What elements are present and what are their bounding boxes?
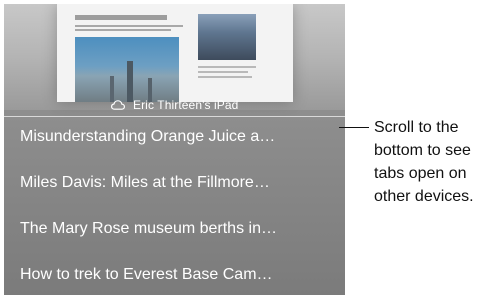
device-name: Eric Thirteen's iPad — [132, 98, 239, 112]
device-tab-item[interactable]: Miles Davis: Miles at the Fillmore… — [20, 171, 332, 195]
preview-text-line — [75, 29, 171, 31]
preview-side-text-line — [198, 71, 248, 73]
safari-tab-overview-panel: Eric Thirteen's iPad Misunderstanding Or… — [4, 4, 345, 295]
callout-line-2: bottom to see — [374, 142, 471, 159]
tab-preview-thumbnail[interactable] — [57, 4, 293, 102]
callout-line-4: other devices. — [374, 188, 474, 205]
device-tab-item[interactable]: How to trek to Everest Base Cam… — [20, 263, 332, 287]
callout-leader-line — [339, 127, 369, 128]
preview-title-line — [75, 15, 167, 20]
callout-annotation: Scroll to the bottom to see tabs open on… — [374, 116, 498, 208]
device-tabs-list: Misunderstanding Orange Juice a… Miles D… — [4, 117, 345, 295]
callout-line-1: Scroll to the — [374, 119, 459, 136]
icloud-device-label: Eric Thirteen's iPad — [4, 96, 345, 114]
preview-side-image — [198, 14, 256, 60]
preview-text-line — [75, 25, 183, 27]
preview-side-text-line — [198, 76, 252, 78]
callout-line-3: tabs open on — [374, 165, 467, 182]
device-tab-item[interactable]: Misunderstanding Orange Juice a… — [20, 125, 332, 149]
device-tab-item[interactable]: The Mary Rose museum berths in… — [20, 217, 332, 241]
preview-side-text-line — [198, 66, 256, 68]
tab-preview-area[interactable] — [4, 4, 345, 110]
preview-main-image — [75, 37, 179, 102]
cloud-icon — [110, 100, 125, 110]
